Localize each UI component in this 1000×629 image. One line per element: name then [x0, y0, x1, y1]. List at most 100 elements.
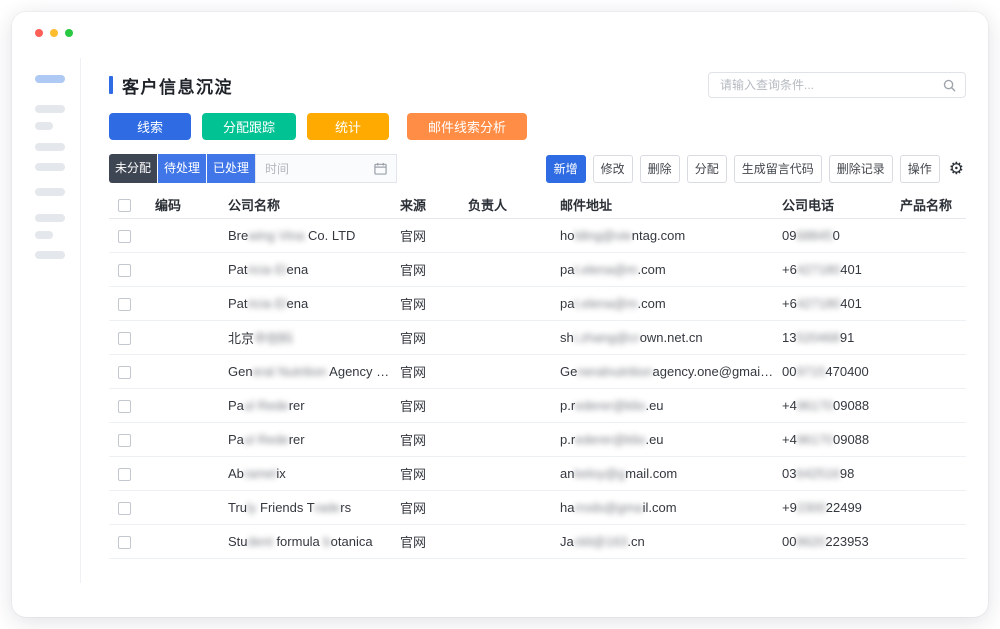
column-header-5: 公司电话: [776, 191, 894, 218]
cell-email: Generalnutritionagency.one@gmail.com: [554, 354, 776, 388]
cell-phone: 0364251698: [776, 456, 894, 490]
cell-company: Paul Rederer: [222, 388, 394, 422]
action-button-group: 新增修改删除分配生成留言代码删除记录操作 ⚙: [546, 155, 966, 183]
filter-tab-processed[interactable]: 已处理: [207, 154, 255, 183]
table-body: Brewing Vina Co. LTD官网holding@vientag.co…: [109, 218, 966, 558]
header-checkbox-cell: [109, 191, 149, 218]
table-row: Patricia Elena官网pat.elena@m.com+64271804…: [109, 286, 966, 320]
cell-product: [894, 456, 966, 490]
cell-owner: [462, 456, 554, 490]
cell-code: [149, 218, 222, 252]
column-header-3: 负责人: [462, 191, 554, 218]
minimize-button[interactable]: [50, 29, 58, 37]
row-checkbox[interactable]: [118, 468, 131, 481]
column-header-6: 产品名称: [894, 191, 966, 218]
action-button-edit[interactable]: 修改: [593, 155, 633, 183]
nav-button-email-lead-analysis[interactable]: 邮件线索分析: [407, 113, 527, 140]
sidebar-item-skeleton[interactable]: [35, 75, 65, 83]
filter-tabs: 未分配待处理已处理: [109, 154, 255, 183]
search-icon[interactable]: [943, 79, 956, 92]
filter-tab-unassigned[interactable]: 未分配: [109, 154, 157, 183]
cell-owner: [462, 252, 554, 286]
sidebar-item-skeleton[interactable]: [35, 163, 65, 171]
cell-owner: [462, 490, 554, 524]
main-content: 客户信息沉淀 线索分配跟踪统计邮件线索分析 未分配待处理已处理 时间: [109, 70, 966, 559]
sidebar-item-skeleton[interactable]: [35, 188, 65, 196]
row-checkbox[interactable]: [118, 332, 131, 345]
cell-product: [894, 252, 966, 286]
row-checkbox[interactable]: [118, 434, 131, 447]
column-header-4: 邮件地址: [554, 191, 776, 218]
app-window: 客户信息沉淀 线索分配跟踪统计邮件线索分析 未分配待处理已处理 时间: [12, 12, 988, 617]
sidebar-item-skeleton[interactable]: [35, 231, 53, 239]
column-header-0: 编码: [149, 191, 222, 218]
cell-source: 官网: [394, 524, 462, 558]
cell-email: pat.elena@m.com: [554, 286, 776, 320]
row-checkbox[interactable]: [118, 400, 131, 413]
cell-email: holding@vientag.com: [554, 218, 776, 252]
cell-phone: 008620223953: [776, 524, 894, 558]
select-all-checkbox[interactable]: [118, 199, 131, 212]
search-input[interactable]: [718, 77, 943, 93]
sidebar-item-skeleton[interactable]: [35, 214, 65, 222]
cell-phone: +9230022499: [776, 490, 894, 524]
sidebar-item-skeleton[interactable]: [35, 251, 65, 259]
sidebar-item-skeleton[interactable]: [35, 105, 65, 113]
window-controls: [35, 29, 73, 37]
action-buttons: 新增修改删除分配生成留言代码删除记录操作: [546, 155, 940, 183]
cell-email: Jackli@163.cn: [554, 524, 776, 558]
sidebar-item-skeleton[interactable]: [35, 122, 53, 130]
cell-phone: 1352046891: [776, 320, 894, 354]
cell-product: [894, 286, 966, 320]
cell-company: Patricia Elena: [222, 252, 394, 286]
cell-email: shi.zhang@crown.net.cn: [554, 320, 776, 354]
nav-button-statistics[interactable]: 统计: [307, 113, 389, 140]
row-checkbox[interactable]: [118, 502, 131, 515]
nav-button-leads[interactable]: 线索: [109, 113, 191, 140]
sidebar-skeleton: [35, 75, 83, 259]
row-checkbox-cell: [109, 422, 149, 456]
row-checkbox[interactable]: [118, 536, 131, 549]
table-row: Abramelix官网ankeloy@gmail.com0364251698: [109, 456, 966, 490]
action-button-delete[interactable]: 删除: [640, 155, 680, 183]
date-range-input[interactable]: 时间: [255, 154, 397, 183]
row-checkbox[interactable]: [118, 298, 131, 311]
action-button-operate[interactable]: 操作: [900, 155, 940, 183]
action-button-assign[interactable]: 分配: [687, 155, 727, 183]
cell-product: [894, 490, 966, 524]
cell-source: 官网: [394, 218, 462, 252]
cell-code: [149, 286, 222, 320]
cell-company: Brewing Vina Co. LTD: [222, 218, 394, 252]
filter-tab-pending[interactable]: 待处理: [158, 154, 206, 183]
cell-source: 官网: [394, 320, 462, 354]
cell-code: [149, 524, 222, 558]
cell-phone: 009715470400: [776, 354, 894, 388]
cell-source: 官网: [394, 252, 462, 286]
close-button[interactable]: [35, 29, 43, 37]
row-checkbox-cell: [109, 354, 149, 388]
cell-owner: [462, 218, 554, 252]
settings-gear-icon[interactable]: ⚙: [947, 160, 966, 177]
column-header-2: 来源: [394, 191, 462, 218]
page-title: 客户信息沉淀: [122, 73, 233, 98]
action-button-generate-message-code[interactable]: 生成留言代码: [734, 155, 822, 183]
table-row: Brewing Vina Co. LTD官网 holding@vientag.co…: [109, 218, 966, 252]
cell-phone: 09688450: [776, 218, 894, 252]
date-placeholder: 时间: [265, 160, 289, 177]
cell-email: p.rederer@klio.eu: [554, 422, 776, 456]
search-box: [708, 72, 966, 98]
zoom-button[interactable]: [65, 29, 73, 37]
nav-button-assign-tracking[interactable]: 分配跟踪: [202, 113, 296, 140]
row-checkbox[interactable]: [118, 264, 131, 277]
row-checkbox[interactable]: [118, 366, 131, 379]
action-button-add[interactable]: 新增: [546, 155, 586, 183]
action-button-delete-records[interactable]: 删除记录: [829, 155, 893, 183]
cell-product: [894, 422, 966, 456]
sidebar-divider: [80, 58, 81, 583]
cell-owner: [462, 286, 554, 320]
cell-source: 官网: [394, 456, 462, 490]
row-checkbox[interactable]: [118, 230, 131, 243]
row-checkbox-cell: [109, 218, 149, 252]
sidebar-item-skeleton[interactable]: [35, 143, 65, 151]
table-row: Patricia Elena官网pat.elena@m.com+64271804…: [109, 252, 966, 286]
